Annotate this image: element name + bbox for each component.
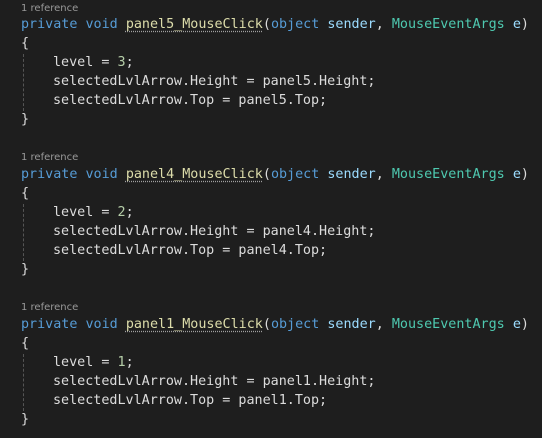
- level-value: 3: [117, 55, 126, 70]
- method-name[interactable]: panel5_MouseClick: [126, 17, 263, 32]
- height-statement: selectedLvlArrow.Height = panel5.Height;: [53, 74, 376, 89]
- semicolon: ;: [125, 355, 134, 370]
- comma: ,: [375, 167, 384, 182]
- level-variable: level: [53, 55, 94, 70]
- param-sender: sender: [327, 317, 376, 332]
- code-editor[interactable]: 1 reference private void panel5_MouseCli…: [0, 0, 542, 438]
- method-name[interactable]: panel4_MouseClick: [126, 167, 263, 182]
- level-variable: level: [53, 205, 94, 220]
- level-assignment: level = 2;: [53, 203, 134, 222]
- top-statement: selectedLvlArrow.Top = panel4.Top;: [53, 243, 328, 258]
- semicolon: ;: [125, 205, 134, 220]
- method-signature: private void panel1_MouseClick(object se…: [21, 315, 529, 334]
- close-brace: }: [21, 262, 30, 277]
- close-brace: }: [21, 112, 30, 127]
- level-assignment: level = 1;: [53, 353, 134, 372]
- assign-operator: =: [93, 205, 118, 220]
- close-paren: ): [520, 167, 529, 182]
- keyword-void: void: [85, 167, 118, 182]
- close-paren: ): [520, 17, 529, 32]
- param-e: e: [512, 17, 521, 32]
- open-brace: {: [21, 186, 30, 201]
- codelens-references[interactable]: 1 reference: [21, 151, 78, 165]
- keyword-object: object: [270, 317, 320, 332]
- type-mouseeventargs: MouseEventArgs: [391, 17, 505, 32]
- indent-guide: [23, 54, 24, 111]
- open-paren: (: [262, 167, 271, 182]
- param-sender: sender: [327, 167, 376, 182]
- keyword-private: private: [21, 317, 78, 332]
- type-mouseeventargs: MouseEventArgs: [391, 167, 505, 182]
- method-name[interactable]: panel1_MouseClick: [126, 317, 263, 332]
- level-variable: level: [53, 355, 94, 370]
- semicolon: ;: [125, 55, 134, 70]
- open-brace: {: [21, 336, 30, 351]
- param-e: e: [512, 317, 521, 332]
- keyword-void: void: [85, 317, 118, 332]
- keyword-object: object: [270, 17, 320, 32]
- close-paren: ): [520, 317, 529, 332]
- open-paren: (: [262, 317, 271, 332]
- level-assignment: level = 3;: [53, 53, 134, 72]
- param-sender: sender: [327, 17, 376, 32]
- keyword-void: void: [85, 17, 118, 32]
- assign-operator: =: [93, 355, 118, 370]
- close-brace: }: [21, 412, 30, 427]
- keyword-object: object: [270, 167, 320, 182]
- comma: ,: [375, 17, 384, 32]
- indent-guide: [23, 204, 24, 261]
- codelens-references[interactable]: 1 reference: [21, 2, 78, 16]
- method-signature: private void panel4_MouseClick(object se…: [21, 165, 529, 184]
- top-statement: selectedLvlArrow.Top = panel1.Top;: [53, 393, 328, 408]
- level-value: 2: [117, 205, 126, 220]
- height-statement: selectedLvlArrow.Height = panel4.Height;: [53, 224, 376, 239]
- param-e: e: [512, 167, 521, 182]
- open-brace: {: [21, 36, 30, 51]
- keyword-private: private: [21, 17, 78, 32]
- type-mouseeventargs: MouseEventArgs: [391, 317, 505, 332]
- top-statement: selectedLvlArrow.Top = panel5.Top;: [53, 93, 328, 108]
- indent-guide: [23, 354, 24, 411]
- keyword-private: private: [21, 167, 78, 182]
- codelens-references[interactable]: 1 reference: [21, 301, 78, 315]
- assign-operator: =: [93, 55, 118, 70]
- height-statement: selectedLvlArrow.Height = panel1.Height;: [53, 374, 376, 389]
- level-value: 1: [117, 355, 126, 370]
- open-paren: (: [262, 17, 271, 32]
- method-signature: private void panel5_MouseClick(object se…: [21, 15, 529, 34]
- comma: ,: [375, 317, 384, 332]
